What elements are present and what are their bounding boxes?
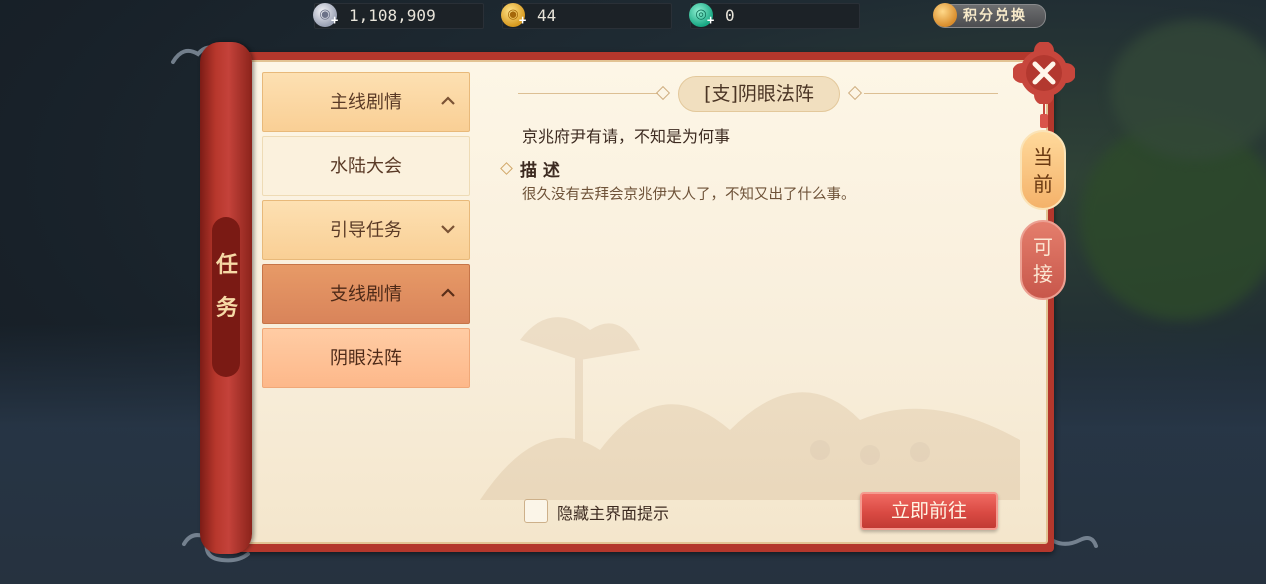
quest-item-water-land[interactable]: 水陆大会 [262,136,470,196]
jade-amount: 0 [725,6,735,25]
close-icon[interactable] [1013,42,1075,104]
quest-title-bar: [支]阴眼法阵 [518,74,998,114]
jade-currency[interactable]: ◎ + 0 [689,3,860,29]
chevron-up-icon [441,95,455,107]
silver-amount: 1,108,909 [349,6,436,25]
quest-summary: 京兆府尹有请，不知是为何事 [522,127,731,146]
diamond-ornament-icon [655,85,671,101]
gold-currency[interactable]: ◉ + 44 [501,3,672,29]
diamond-bullet-icon [500,162,513,175]
category-guide[interactable]: 引导任务 [262,200,470,260]
add-icon[interactable]: + [331,14,338,26]
background-foliage [1110,20,1266,160]
hide-hint-checkbox[interactable] [524,499,548,523]
quest-label: 阴眼法阵 [330,348,402,369]
title-divider [518,93,658,94]
category-label: 支线剧情 [330,284,402,305]
points-exchange-button[interactable]: 积分兑换 [933,3,1046,28]
tab-label: 可 [1033,235,1053,259]
quest-description: 很久没有去拜会京兆伊大人了，不知又出了什么事。 [522,187,856,203]
category-label: 主线剧情 [330,92,402,113]
gold-amount: 44 [537,6,557,25]
go-now-button[interactable]: 立即前往 [860,492,998,530]
tab-label: 前 [1033,172,1053,196]
panel-title-char: 务 [215,295,238,321]
money-bag-icon [933,3,957,27]
category-label: 引导任务 [330,220,402,241]
quest-label: 水陆大会 [330,156,402,177]
ink-landscape-decoration [480,317,1020,500]
add-icon[interactable]: + [707,14,714,26]
panel-title-char: 任 [215,252,238,278]
diamond-ornament-icon [847,85,863,101]
tassel-ornament-icon [1040,100,1048,128]
quest-title: [支]阴眼法阵 [678,76,840,112]
category-side-story[interactable]: 支线剧情 [262,264,470,324]
silver-currency[interactable]: ◉ + 1,108,909 [313,3,484,29]
category-main-story[interactable]: 主线剧情 [262,72,470,132]
add-icon[interactable]: + [519,14,526,26]
tab-label: 接 [1033,262,1053,286]
exchange-label: 积分兑换 [963,8,1027,24]
title-divider [864,93,998,94]
tab-label: 当 [1033,145,1053,169]
tab-current-quests[interactable]: 当 前 [1020,130,1066,210]
panel-scroll-rod: 任 务 [200,42,252,554]
hide-hint-label[interactable]: 隐藏主界面提示 [557,500,669,524]
chevron-up-icon [441,287,455,299]
chevron-down-icon [441,223,455,235]
description-heading-text: 描 述 [520,161,560,181]
tab-available-quests[interactable]: 可 接 [1020,220,1066,300]
quest-item-yin-eye[interactable]: 阴眼法阵 [262,328,470,388]
description-heading: 描 述 [500,156,560,181]
